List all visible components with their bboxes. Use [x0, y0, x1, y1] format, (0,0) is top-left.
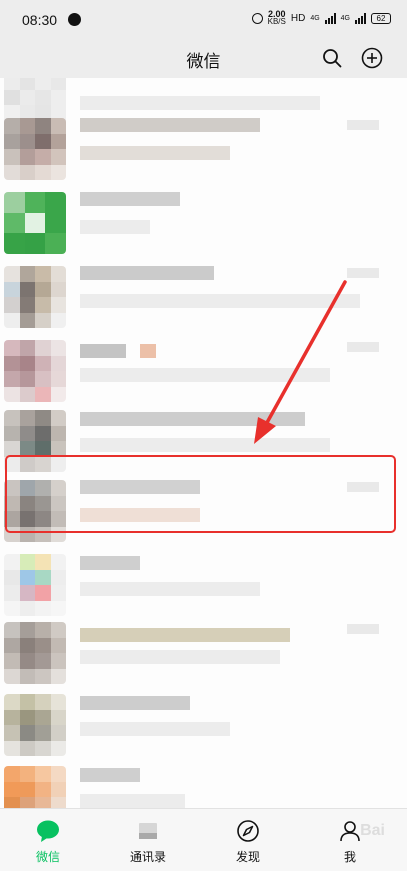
- chat-preview-blurred: [80, 146, 230, 160]
- chat-item[interactable]: [0, 548, 407, 622]
- chat-name-blurred: [80, 768, 140, 782]
- chat-preview-blurred: [80, 220, 150, 234]
- chat-time-blurred: [347, 342, 379, 352]
- tab-chats[interactable]: 微信: [8, 809, 88, 871]
- chat-name-blurred: [80, 266, 214, 280]
- avatar: [4, 554, 66, 616]
- chat-preview-blurred: [80, 582, 260, 596]
- tab-discover[interactable]: 发现: [208, 809, 288, 871]
- person-icon: [340, 821, 360, 842]
- avatar: [4, 622, 66, 684]
- hd-label: HD: [290, 12, 306, 24]
- battery-icon: 62: [371, 12, 391, 24]
- signal-1-label: 4G: [310, 14, 320, 22]
- avatar: [4, 266, 66, 328]
- chat-preview-blurred: [80, 368, 330, 382]
- chat-item[interactable]: [0, 688, 407, 762]
- chat-preview-blurred: [80, 722, 230, 736]
- avatar: [4, 340, 66, 402]
- chat-item[interactable]: [0, 112, 407, 186]
- status-time: 08:30: [22, 12, 58, 28]
- chat-bubble-icon: [37, 820, 59, 842]
- chat-item[interactable]: [0, 760, 407, 808]
- nav-bar: 微信: [0, 40, 407, 78]
- chat-name-blurred: [80, 628, 290, 642]
- add-icon[interactable]: [361, 47, 383, 69]
- chat-name-blurred: [80, 344, 126, 358]
- chat-name-tag-blurred: [140, 344, 156, 358]
- tab-label: 发现: [235, 850, 260, 864]
- chat-list[interactable]: [0, 78, 407, 808]
- chat-item[interactable]: [0, 616, 407, 690]
- chat-time-blurred: [347, 120, 379, 130]
- avatar: [4, 694, 66, 756]
- status-bar: 08:30 2.00 KB/S HD 4G 4G 62: [0, 0, 407, 40]
- signal-2-icon: [355, 12, 366, 24]
- chat-name-blurred: [80, 96, 320, 110]
- chat-item[interactable]: [0, 186, 407, 260]
- avatar: [4, 192, 66, 254]
- search-icon[interactable]: [322, 48, 342, 68]
- chat-preview-blurred: [80, 650, 280, 664]
- tab-me[interactable]: 我: [310, 809, 390, 871]
- page-title: 微信: [186, 52, 221, 72]
- alarm-clock-icon: [251, 12, 263, 24]
- tab-contacts[interactable]: 通讯录: [108, 809, 188, 871]
- watermark: Bai: [360, 822, 385, 839]
- chat-name-blurred: [80, 192, 180, 206]
- chat-preview-blurred: [80, 438, 330, 452]
- chat-name-blurred: [80, 118, 260, 132]
- signal-2-label: 4G: [340, 14, 350, 22]
- network-speed: 2.00 KB/S: [268, 10, 286, 26]
- signal-1-icon: [324, 12, 336, 24]
- avatar: [4, 766, 66, 808]
- tab-label: 我: [343, 850, 356, 864]
- chat-name-blurred: [80, 412, 305, 426]
- compass-icon: [237, 820, 259, 842]
- chat-time-blurred: [347, 624, 379, 634]
- notification-icon: [68, 13, 81, 26]
- chat-preview-blurred: [80, 294, 360, 308]
- chat-name-blurred: [80, 696, 190, 710]
- bottom-tab-bar: 微信 通讯录 发现 我: [0, 808, 407, 871]
- tab-label: 微信: [35, 850, 60, 864]
- chat-item[interactable]: [0, 334, 407, 408]
- tab-label: 通讯录: [129, 850, 166, 864]
- chat-time-blurred: [347, 268, 379, 278]
- chat-preview-blurred: [80, 794, 185, 808]
- avatar: [4, 118, 66, 180]
- chat-name-blurred: [80, 556, 140, 570]
- highlight-annotation-box: [5, 455, 396, 533]
- chat-item[interactable]: [0, 260, 407, 334]
- contacts-icon: [139, 823, 157, 839]
- network-speed-unit: KB/S: [267, 17, 286, 26]
- status-indicators: 2.00 KB/S HD 4G 4G 62: [251, 10, 391, 26]
